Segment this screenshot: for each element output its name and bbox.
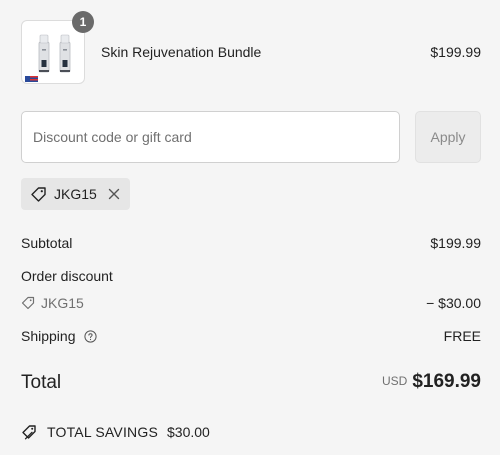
apply-button[interactable]: Apply (415, 111, 481, 163)
total-amount: $169.99 (412, 371, 481, 392)
close-icon[interactable] (106, 186, 122, 202)
subtotal-value: $199.99 (430, 235, 481, 251)
total-savings: TOTAL SAVINGS $30.00 (21, 423, 321, 443)
subtotal-row: Subtotal $199.99 (21, 235, 481, 251)
order-summary: 1 Skin Rejuvenation Bundle $199.99 Apply… (0, 0, 500, 455)
total-label: Total (21, 372, 62, 393)
order-discount-label: Order discount (21, 268, 113, 284)
discount-value: − $30.00 (426, 295, 481, 311)
shipping-label: Shipping (21, 328, 76, 344)
tag-icon (22, 425, 36, 440)
quantity-badge: 1 (72, 11, 94, 33)
product-price: $199.99 (430, 44, 481, 60)
applied-discount-code: JKG15 (54, 186, 97, 202)
line-item: 1 Skin Rejuvenation Bundle $199.99 (21, 11, 481, 86)
total-savings-amount: $30.00 (167, 424, 210, 440)
tag-icon (31, 187, 46, 202)
shipping-value: FREE (443, 328, 481, 344)
currency-code: USD (381, 374, 408, 388)
product-name: Skin Rejuvenation Bundle (101, 44, 262, 60)
applied-discount-chip: JKG15 (21, 178, 130, 210)
product-image (25, 34, 71, 82)
order-discount-row: Order discount (21, 268, 481, 284)
subtotal-label: Subtotal (21, 235, 73, 251)
discount-code-input[interactable] (21, 111, 400, 163)
shipping-row: Shipping FREE (21, 328, 481, 344)
total-row: Total USD $169.99 (21, 371, 481, 397)
total-savings-label: TOTAL SAVINGS (47, 424, 158, 440)
total-amount-group: USD $169.99 (382, 371, 481, 393)
discount-code-label: JKG15 (41, 295, 84, 311)
tag-icon (21, 296, 35, 310)
help-icon[interactable] (84, 330, 97, 343)
